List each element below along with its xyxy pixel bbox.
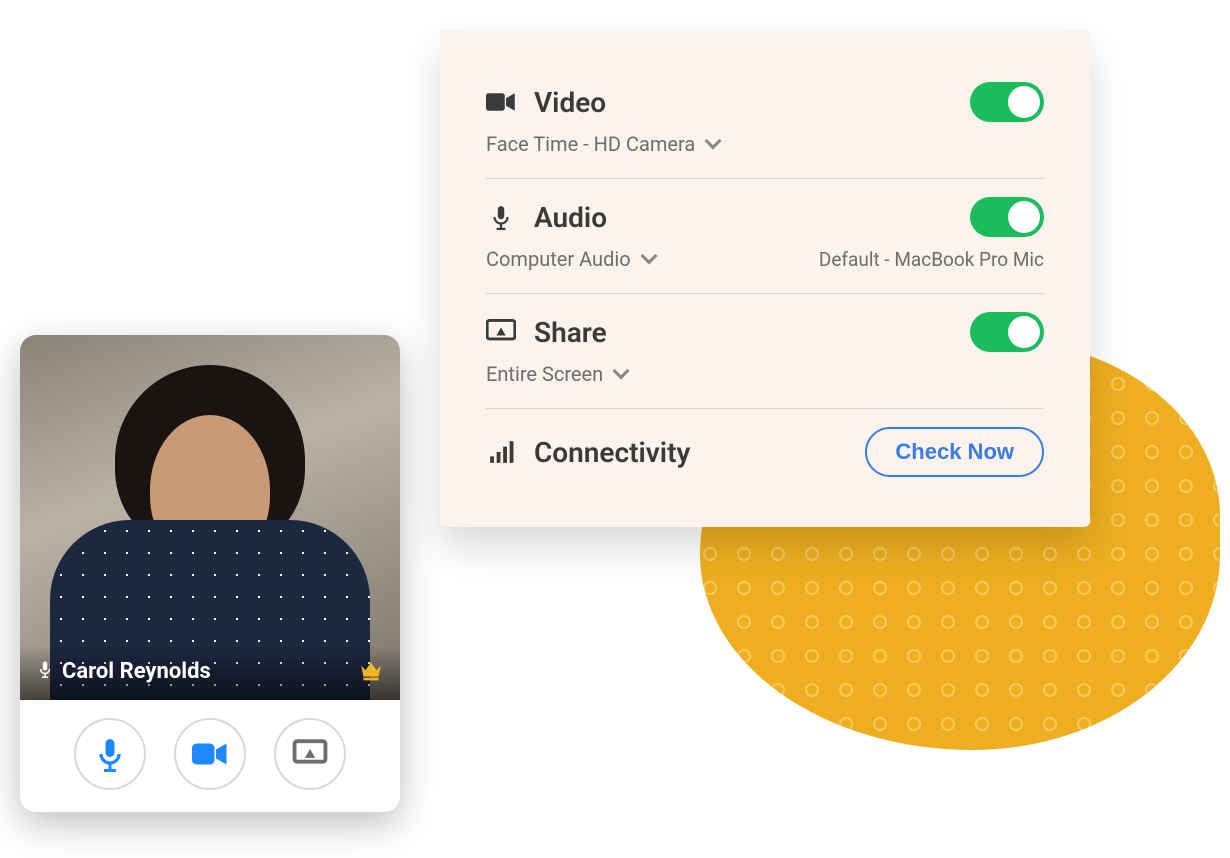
host-crown-icon (358, 656, 384, 686)
share-section: Share Entire Screen (486, 294, 1044, 409)
video-device-dropdown[interactable]: Face Time - HD Camera (486, 132, 1044, 156)
video-icon (486, 89, 516, 115)
audio-title: Audio (534, 201, 607, 234)
video-feed: Carol Reynolds (20, 335, 400, 700)
audio-toggle[interactable] (970, 197, 1044, 237)
audio-section: Audio Computer Audio Default - MacBook P… (486, 179, 1044, 294)
video-toggle[interactable] (970, 82, 1044, 122)
share-target-label: Entire Screen (486, 362, 603, 386)
video-device-label: Face Time - HD Camera (486, 132, 695, 156)
mic-status-icon (36, 658, 54, 684)
share-screen-button[interactable] (274, 718, 346, 790)
share-target-dropdown[interactable]: Entire Screen (486, 362, 1044, 386)
signal-bars-icon (486, 439, 516, 465)
check-now-button[interactable]: Check Now (865, 427, 1044, 477)
participant-name: Carol Reynolds (62, 659, 211, 684)
audio-input-label: Default - MacBook Pro Mic (819, 248, 1044, 271)
audio-output-label: Computer Audio (486, 247, 631, 271)
chevron-down-icon (613, 363, 630, 380)
microphone-icon (486, 204, 516, 230)
settings-panel: Video Face Time - HD Camera Audio Comput… (440, 30, 1090, 527)
share-toggle[interactable] (970, 312, 1044, 352)
video-overlay: Carol Reynolds (20, 646, 400, 700)
chevron-down-icon (705, 133, 722, 150)
screen-share-icon (486, 319, 516, 345)
connectivity-title: Connectivity (534, 436, 690, 469)
camera-button[interactable] (174, 718, 246, 790)
share-title: Share (534, 316, 607, 349)
audio-output-dropdown[interactable]: Computer Audio (486, 247, 655, 271)
video-title: Video (534, 86, 606, 119)
chevron-down-icon (640, 248, 657, 265)
connectivity-section: Connectivity Check Now (486, 409, 1044, 477)
action-bar (20, 700, 400, 812)
video-preview-card: Carol Reynolds (20, 335, 400, 812)
video-section: Video Face Time - HD Camera (486, 64, 1044, 179)
mute-button[interactable] (74, 718, 146, 790)
